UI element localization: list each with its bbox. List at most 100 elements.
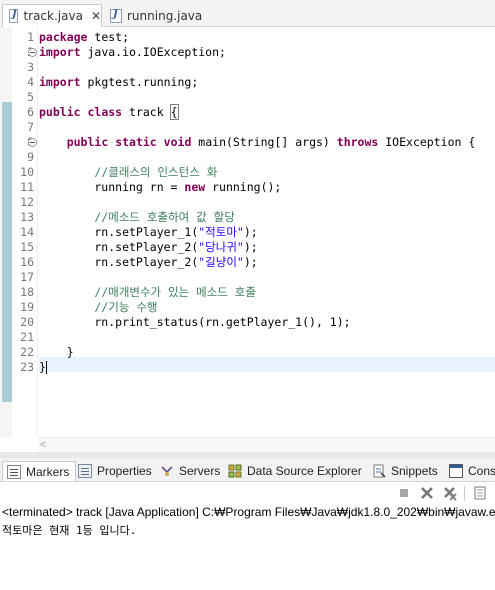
scroll-left-icon[interactable]: < xyxy=(40,439,46,451)
console-status: <terminated> track [Java Application] C:… xyxy=(0,504,495,521)
code-string: "당나귀" xyxy=(198,240,244,254)
code-line[interactable]: } xyxy=(39,345,74,360)
tab-data-source-explorer[interactable]: Data Source Explorer xyxy=(228,461,362,481)
code-line[interactable]: running rn = new running(); xyxy=(39,180,281,195)
tab-markers[interactable]: Markers xyxy=(2,461,77,481)
remove-launch-icon[interactable] xyxy=(419,485,435,501)
code-token: ); xyxy=(243,255,258,269)
properties-icon xyxy=(78,464,92,478)
code-editor[interactable]: < 1package test;2import java.io.IOExcept… xyxy=(0,27,495,452)
code-token: { xyxy=(169,104,179,120)
remove-all-terminated-icon[interactable] xyxy=(442,485,458,501)
code-keyword: import xyxy=(39,75,81,89)
line-number: 20 xyxy=(20,315,34,329)
code-keyword: void xyxy=(163,135,192,149)
horizontal-scrollbar[interactable]: < xyxy=(38,437,495,452)
code-line[interactable]: package test; xyxy=(39,30,129,45)
line-number: 5 xyxy=(27,90,34,104)
tab-label: Servers xyxy=(179,464,221,478)
line-number: 12 xyxy=(20,195,34,209)
line-number: 4 xyxy=(27,75,34,89)
tab-properties[interactable]: Properties xyxy=(78,461,152,481)
code-line[interactable]: public static void main(String[] args) t… xyxy=(39,135,476,150)
tab-console[interactable]: Console xyxy=(449,461,495,481)
code-line[interactable]: public class track { xyxy=(39,104,179,120)
toolbar-separator xyxy=(464,486,465,501)
code-string: "길냥이" xyxy=(198,255,244,269)
tab-label: running.java xyxy=(127,8,203,23)
terminate-icon[interactable] xyxy=(396,485,412,501)
console-output-line: 적토마은 현재 1등 입니다. xyxy=(2,524,137,537)
tab-label: Data Source Explorer xyxy=(247,464,362,478)
line-number: 23 xyxy=(20,360,34,374)
code-token: rn.print_status(rn.getPlayer_1(), 1); xyxy=(39,315,351,329)
tab-label: Properties xyxy=(97,464,152,478)
code-token: } xyxy=(39,345,74,359)
console-icon xyxy=(449,464,463,478)
code-comment: //클래스의 인스턴스 화 xyxy=(94,165,218,179)
close-icon[interactable]: ✕ xyxy=(91,9,101,23)
fold-toggle-icon[interactable] xyxy=(28,48,37,57)
code-keyword: class xyxy=(87,105,123,119)
code-line[interactable]: rn.setPlayer_1("적토마"); xyxy=(39,225,258,240)
tab-servers[interactable]: Servers xyxy=(160,461,220,481)
tab-track-java[interactable]: J track.java ✕ xyxy=(2,4,102,27)
line-number: 21 xyxy=(20,330,34,344)
code-token: pkgtest.running; xyxy=(80,75,199,89)
code-token: running rn = xyxy=(39,180,185,194)
tab-label: Console xyxy=(468,464,495,478)
code-token: IOException { xyxy=(378,135,476,149)
code-line[interactable]: //메소드 호출하여 값 할당 xyxy=(39,210,234,225)
code-line[interactable]: //기능 수행 xyxy=(39,300,157,315)
code-comment: //기능 수행 xyxy=(94,300,158,314)
code-token: rn.setPlayer_2( xyxy=(39,255,199,269)
markers-icon xyxy=(7,464,21,479)
code-keyword: static xyxy=(115,135,157,149)
code-line[interactable]: } xyxy=(39,360,47,375)
line-number: 14 xyxy=(20,225,34,239)
editor-tab-bar: J track.java ✕ J running.java xyxy=(0,0,495,27)
code-token: track xyxy=(122,105,171,119)
code-keyword: import xyxy=(39,45,81,59)
tab-label: Markers xyxy=(26,464,70,479)
code-line[interactable]: import java.io.IOException; xyxy=(39,45,226,60)
change-marker xyxy=(2,102,12,402)
line-number: 17 xyxy=(20,270,34,284)
code-token: test; xyxy=(87,30,130,44)
data-source-icon xyxy=(228,464,242,478)
code-token: ); xyxy=(243,225,258,239)
code-line[interactable]: //매개변수가 있는 메소드 호출 xyxy=(39,285,256,300)
code-keyword: public xyxy=(66,135,109,149)
code-keyword: throws xyxy=(336,135,379,149)
code-line[interactable]: rn.setPlayer_2("당나귀"); xyxy=(39,240,258,255)
code-keyword: new xyxy=(184,180,206,194)
line-number: 16 xyxy=(20,255,34,269)
tab-snippets[interactable]: Snippets xyxy=(372,461,438,481)
line-number: 10 xyxy=(20,165,34,179)
code-line[interactable]: //클래스의 인스턴스 화 xyxy=(39,165,217,180)
line-number: 13 xyxy=(20,210,34,224)
code-comment: //매개변수가 있는 메소드 호출 xyxy=(94,285,256,299)
code-token: rn.setPlayer_1( xyxy=(39,225,199,239)
line-number: 9 xyxy=(27,150,34,164)
console-output[interactable]: 적토마은 현재 1등 입니다. xyxy=(0,521,495,590)
code-line[interactable]: rn.print_status(rn.getPlayer_1(), 1); xyxy=(39,315,351,330)
code-token: ); xyxy=(243,240,258,254)
code-line[interactable]: rn.setPlayer_2("길냥이"); xyxy=(39,255,258,270)
code-token: running(); xyxy=(205,180,282,194)
java-file-icon: J xyxy=(110,8,122,23)
tab-running-java[interactable]: J running.java xyxy=(104,4,212,27)
code-keyword: public xyxy=(39,105,81,119)
code-line[interactable]: import pkgtest.running; xyxy=(39,75,198,90)
servers-icon xyxy=(160,464,174,478)
text-caret xyxy=(45,361,47,374)
tab-label: Snippets xyxy=(391,464,438,478)
line-number: 11 xyxy=(20,180,34,194)
line-number: 22 xyxy=(20,345,34,359)
fold-toggle-icon[interactable] xyxy=(28,138,37,147)
line-number: 7 xyxy=(27,120,34,134)
scroll-lock-icon[interactable] xyxy=(472,485,488,501)
